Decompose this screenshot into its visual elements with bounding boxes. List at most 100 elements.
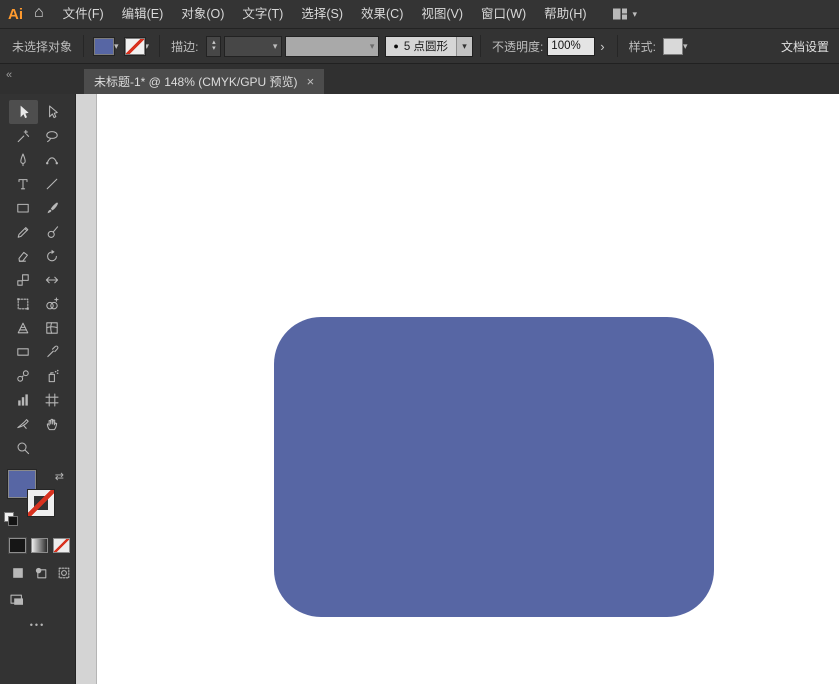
shaper-tool[interactable]: [9, 220, 38, 244]
slice-tool-icon: [15, 416, 31, 432]
menu-select[interactable]: 选择(S): [292, 0, 352, 28]
menu-type[interactable]: 文字(T): [233, 0, 292, 28]
blob-brush-tool[interactable]: [38, 220, 67, 244]
divider: [159, 35, 160, 57]
rotate-tool[interactable]: [38, 244, 67, 268]
chevron-down-icon[interactable]: ▾: [114, 41, 119, 52]
mesh-tool[interactable]: [38, 316, 67, 340]
column-graph-tool-icon: [15, 392, 31, 408]
direct-selection-tool[interactable]: [38, 100, 67, 124]
line-segment-tool[interactable]: [38, 172, 67, 196]
draw-behind-button[interactable]: [32, 565, 49, 580]
menu-view[interactable]: 视图(V): [412, 0, 472, 28]
width-tool-icon: [44, 272, 60, 288]
chevron-down-icon: ▾: [273, 41, 278, 52]
opacity-panel-arrow[interactable]: ›: [595, 39, 609, 54]
zoom-tool[interactable]: [9, 436, 38, 460]
menu-effect[interactable]: 效果(C): [352, 0, 412, 28]
draw-inside-icon: [56, 565, 72, 581]
home-icon[interactable]: ⌂: [32, 4, 54, 24]
lasso-tool[interactable]: [38, 124, 67, 148]
symbol-sprayer-tool[interactable]: [38, 364, 67, 388]
curvature-tool-icon: [44, 152, 60, 168]
style-swatch[interactable]: [663, 38, 683, 55]
stepper-down-icon[interactable]: ▾: [212, 46, 216, 52]
gradient-tool[interactable]: [9, 340, 38, 364]
hand-tool[interactable]: [38, 412, 67, 436]
menu-window[interactable]: 窗口(W): [472, 0, 535, 28]
menu-file[interactable]: 文件(F): [54, 0, 113, 28]
perspective-grid-tool[interactable]: [9, 316, 38, 340]
fill-color-control[interactable]: ▾: [94, 38, 119, 55]
curvature-tool[interactable]: [38, 148, 67, 172]
pen-tool[interactable]: [9, 148, 38, 172]
stroke-color-control[interactable]: ▾: [125, 38, 150, 55]
direct-selection-tool-icon: [44, 104, 60, 120]
none-slash-icon: [126, 39, 144, 54]
brush-dropdown-button[interactable]: ▾: [456, 37, 472, 56]
chevron-down-icon: ▾: [633, 9, 638, 20]
magic-wand-tool[interactable]: [9, 124, 38, 148]
width-profile-dropdown[interactable]: ▾: [285, 36, 379, 57]
control-bar: 未选择对象 ▾ ▾ 描边: ▴ ▾ ▾ ▾ ● 5 点圆形 ▾: [0, 29, 839, 64]
document-setup-button[interactable]: 文档设置: [781, 38, 831, 55]
close-tab-icon[interactable]: ×: [307, 74, 315, 89]
free-transform-tool-icon: [15, 296, 31, 312]
chevron-down-icon[interactable]: ▾: [683, 41, 688, 52]
eraser-tool[interactable]: [9, 244, 38, 268]
none-button[interactable]: [53, 538, 70, 553]
document-tab[interactable]: 未标题-1* @ 148% (CMYK/GPU 预览) ×: [84, 69, 324, 94]
draw-inside-button[interactable]: [55, 565, 72, 580]
eyedropper-tool[interactable]: [38, 340, 67, 364]
menu-help[interactable]: 帮助(H): [535, 0, 595, 28]
stroke-swatch[interactable]: [28, 490, 54, 516]
edit-toolbar-button[interactable]: •••: [0, 620, 75, 630]
default-stroke-square: [8, 516, 18, 526]
rotate-tool-icon: [44, 248, 60, 264]
blend-tool[interactable]: [9, 364, 38, 388]
artboard-tool[interactable]: [38, 388, 67, 412]
scale-tool[interactable]: [9, 268, 38, 292]
free-transform-tool[interactable]: [9, 292, 38, 316]
stroke-color-swatch[interactable]: [125, 38, 145, 55]
magic-wand-tool-icon: [15, 128, 31, 144]
collapse-panel-icon[interactable]: «: [6, 69, 12, 81]
color-button[interactable]: [9, 538, 26, 553]
type-tool[interactable]: [9, 172, 38, 196]
lasso-tool-icon: [44, 128, 60, 144]
selection-tool-icon: [15, 104, 31, 120]
stroke-weight-stepper[interactable]: ▴ ▾: [206, 36, 221, 57]
rectangle-tool[interactable]: [9, 196, 38, 220]
selection-tool[interactable]: [9, 100, 38, 124]
shape-builder-tool[interactable]: [38, 292, 67, 316]
brush-definition-field[interactable]: ● 5 点圆形 ▾: [385, 36, 473, 57]
chevron-down-icon: ▾: [462, 41, 467, 52]
swap-fill-stroke-icon[interactable]: ⇄: [55, 470, 64, 483]
draw-normal-button[interactable]: [9, 565, 26, 580]
stroke-weight-dropdown[interactable]: ▾: [224, 36, 282, 57]
selection-status: 未选择对象: [12, 38, 72, 55]
artboard[interactable]: [96, 94, 839, 684]
blob-brush-tool-icon: [44, 224, 60, 240]
rounded-rectangle-shape[interactable]: [274, 317, 714, 617]
width-tool[interactable]: [38, 268, 67, 292]
column-graph-tool[interactable]: [9, 388, 38, 412]
menu-object[interactable]: 对象(O): [172, 0, 233, 28]
brush-preview-icon: ●: [386, 41, 403, 51]
blend-tool-icon: [15, 368, 31, 384]
slice-tool[interactable]: [9, 412, 38, 436]
opacity-input[interactable]: [547, 37, 595, 56]
gradient-button[interactable]: [31, 538, 48, 553]
fill-color-swatch[interactable]: [94, 38, 114, 55]
workspace-switcher[interactable]: ▾: [612, 6, 638, 22]
paintbrush-tool[interactable]: [38, 196, 67, 220]
chevron-down-icon[interactable]: ▾: [145, 41, 150, 52]
style-control[interactable]: ▾: [663, 38, 688, 55]
menu-edit[interactable]: 编辑(E): [113, 0, 173, 28]
default-fill-stroke-icon[interactable]: [4, 512, 18, 526]
screen-mode-button[interactable]: [9, 592, 29, 608]
canvas[interactable]: [76, 94, 839, 684]
zoom-tool-icon: [15, 440, 31, 456]
type-tool-icon: [15, 176, 31, 192]
fill-stroke-indicator: ⇄: [8, 470, 66, 524]
